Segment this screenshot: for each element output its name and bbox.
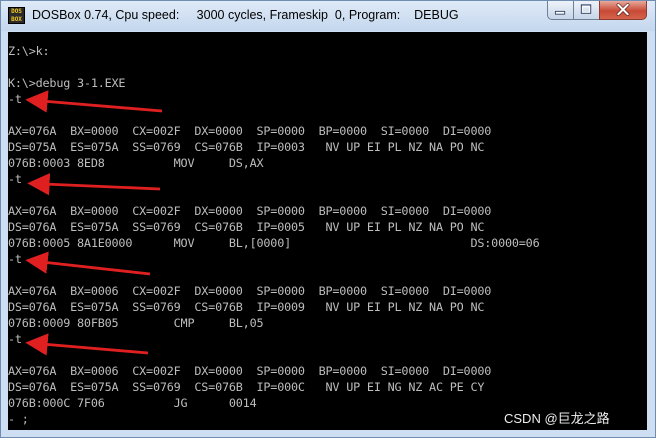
csdn-watermark: CSDN @巨龙之路 xyxy=(504,411,610,426)
terminal-line: -t xyxy=(8,252,22,266)
dos-terminal-screen[interactable]: Z:\>k: K:\>debug 3-1.EXE -t AX=076A BX=0000… xyxy=(8,32,647,430)
terminal-line: DS=075A ES=075A SS=0769 CS=076B IP=0003 … xyxy=(8,140,485,154)
window-title: DOSBox 0.74, Cpu speed: 3000 cycles, Fra… xyxy=(32,8,459,22)
terminal-line: AX=076A BX=0000 CX=002F DX=0000 SP=0000 … xyxy=(8,124,492,138)
terminal-line: DS=076A ES=075A SS=0769 CS=076B IP=000C … xyxy=(8,380,485,394)
dosbox-window: DOS BOX DOSBox 0.74, Cpu speed: 3000 cyc… xyxy=(0,0,656,438)
terminal-line: 076B:0003 8ED8 MOV DS,AX xyxy=(8,156,264,170)
terminal-line: 076B:0005 8A1E0000 MOV BL,[0000] DS:0000… xyxy=(8,236,540,250)
terminal-line: -t xyxy=(8,332,22,346)
terminal-line: AX=076A BX=0006 CX=002F DX=0000 SP=0000 … xyxy=(8,364,492,378)
terminal-line: -t xyxy=(8,92,22,106)
terminal-line: 076B:000C 7F06 JG 0014 xyxy=(8,396,257,410)
terminal-line: -t xyxy=(8,172,22,186)
minimize-icon xyxy=(554,10,566,15)
title-bar[interactable]: DOS BOX DOSBox 0.74, Cpu speed: 3000 cyc… xyxy=(1,1,655,31)
dosbox-app-icon[interactable]: DOS BOX xyxy=(8,7,25,24)
terminal-line: AX=076A BX=0000 CX=002F DX=0000 SP=0000 … xyxy=(8,204,492,218)
terminal-line: 076B:0009 80FB05 CMP BL,05 xyxy=(8,316,264,330)
close-button[interactable] xyxy=(599,1,647,20)
maximize-icon xyxy=(580,4,592,14)
maximize-button[interactable] xyxy=(573,1,600,20)
close-icon xyxy=(616,3,630,16)
terminal-line: DS=076A ES=075A SS=0769 CS=076B IP=0009 … xyxy=(8,300,485,314)
minimize-button[interactable] xyxy=(547,1,574,20)
terminal-line: Z:\>k: xyxy=(8,44,50,58)
terminal-line: K:\>debug 3-1.EXE xyxy=(8,76,126,90)
terminal-line: DS=076A ES=075A SS=0769 CS=076B IP=0005 … xyxy=(8,220,485,234)
terminal-line: AX=076A BX=0006 CX=002F DX=0000 SP=0000 … xyxy=(8,284,492,298)
terminal-line: - ; xyxy=(8,412,29,426)
